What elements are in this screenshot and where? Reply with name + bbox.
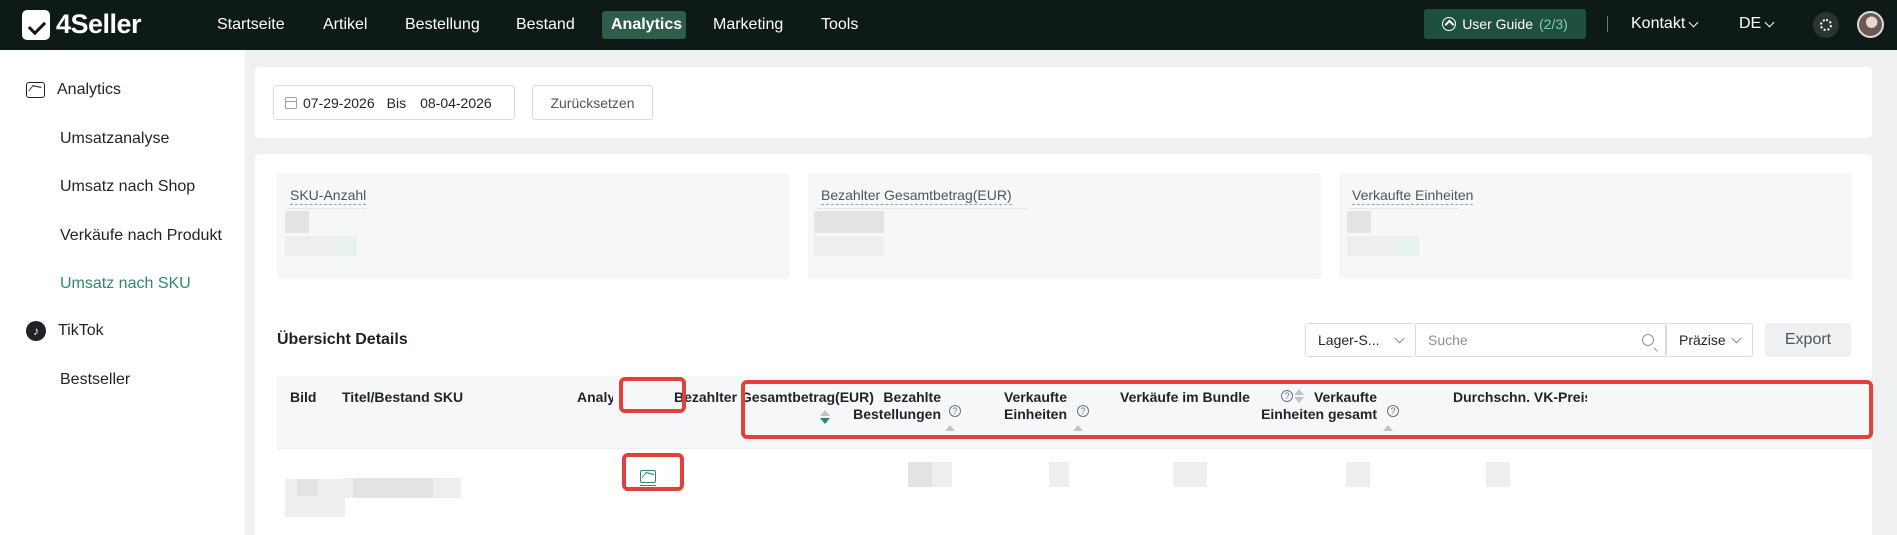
sidebar-group-label: TikTok	[58, 322, 104, 339]
chevron-down-icon	[1688, 17, 1699, 27]
column-header-analysis: Analyse	[577, 389, 613, 405]
filter-panel: 07-29-2026 Bis 08-04-2026 Zurücksetzen	[255, 67, 1872, 138]
cell-value-redacted	[1173, 462, 1207, 487]
kpi-value-redacted	[1347, 211, 1371, 233]
nav-bestellung[interactable]: Bestellung	[396, 11, 489, 39]
sidebar-item-umsatz-nach-sku[interactable]: Umsatz nach SKU	[60, 275, 191, 293]
brand-name: 4Seller	[56, 9, 142, 39]
tiktok-icon: ♪	[26, 321, 46, 341]
section-title: Übersicht Details	[277, 331, 408, 348]
cell-value-redacted	[932, 462, 952, 487]
cell-value-redacted	[1346, 462, 1370, 487]
kpi-card-sku-count: SKU-Anzahl	[277, 173, 790, 279]
contact-dropdown[interactable]: Kontakt	[1631, 12, 1699, 36]
nav-marketing[interactable]: Marketing	[704, 11, 792, 39]
chevron-down-icon	[1394, 333, 1405, 343]
kpi-divider	[1349, 208, 1459, 209]
sidebar-group-analytics[interactable]: Analytics	[26, 81, 121, 99]
column-header-image: Bild	[290, 389, 317, 405]
table-row-divider	[277, 448, 1872, 449]
brand-logo[interactable]: 4Seller	[22, 9, 142, 40]
column-header-title-sku: Titel/Bestand SKU	[342, 389, 464, 405]
language-label: DE	[1739, 15, 1762, 32]
gear-icon	[1820, 19, 1832, 31]
contact-label: Kontakt	[1631, 15, 1686, 32]
search-icon[interactable]	[1642, 334, 1654, 346]
kpi-label: SKU-Anzahl	[290, 187, 367, 205]
compass-icon	[1442, 17, 1457, 31]
sidebar-item-umsatzanalyse[interactable]: Umsatzanalyse	[60, 130, 169, 148]
nav-artikel[interactable]: Artikel	[314, 11, 376, 39]
export-button[interactable]: Export	[1765, 323, 1851, 357]
kpi-value-redacted	[1347, 236, 1397, 256]
settings-button[interactable]	[1813, 12, 1839, 38]
avatar[interactable]	[1857, 11, 1884, 38]
nav-startseite[interactable]: Startseite	[208, 11, 294, 39]
cell-value-redacted	[1486, 462, 1510, 487]
kpi-value-redacted	[335, 236, 357, 256]
highlight-box-analysis-header	[619, 377, 686, 413]
nav-bestand[interactable]: Bestand	[507, 11, 584, 39]
match-mode-value: Präzise	[1679, 332, 1726, 348]
date-separator: Bis	[386, 94, 407, 111]
kpi-card-paid-total: Bezahlter Gesamtbetrag(EUR)	[808, 173, 1321, 279]
kpi-divider	[287, 208, 367, 209]
kpi-label: Verkaufte Einheiten	[1352, 187, 1474, 205]
language-dropdown[interactable]: DE	[1739, 12, 1775, 36]
warehouse-select[interactable]: Lager-S...	[1305, 323, 1416, 357]
nav-tools[interactable]: Tools	[812, 11, 867, 39]
sidebar-group-label: Analytics	[57, 81, 122, 98]
user-guide-progress: (2/3)	[1539, 16, 1568, 32]
product-image-redacted	[297, 479, 317, 496]
search-placeholder: Suche	[1428, 332, 1468, 348]
kpi-value-redacted	[1397, 236, 1419, 256]
chart-icon	[26, 82, 45, 98]
highlight-box-metric-columns	[741, 380, 1873, 439]
match-mode-select[interactable]: Präzise	[1666, 323, 1753, 357]
kpi-divider	[818, 208, 1028, 209]
sidebar-group-tiktok[interactable]: ♪ TikTok	[26, 321, 104, 341]
date-range-picker[interactable]: 07-29-2026 Bis 08-04-2026	[273, 85, 515, 120]
calendar-icon	[285, 96, 297, 109]
warehouse-select-value: Lager-S...	[1318, 332, 1380, 348]
sidebar: Analytics Umsatzanalyse Umsatz nach Shop…	[0, 50, 245, 535]
kpi-value-redacted	[814, 236, 884, 256]
bag-check-icon	[22, 9, 50, 40]
nav-analytics[interactable]: Analytics	[602, 11, 686, 39]
nav-divider	[1607, 16, 1608, 32]
date-from: 07-29-2026	[303, 94, 375, 111]
sidebar-item-bestseller[interactable]: Bestseller	[60, 371, 130, 389]
cell-value-redacted	[908, 462, 932, 487]
main-panel: SKU-Anzahl Bezahlter Gesamtbetrag(EUR) V…	[255, 154, 1872, 535]
chevron-down-icon	[1764, 17, 1775, 27]
date-to: 08-04-2026	[420, 94, 492, 111]
highlight-box-analysis-icon	[622, 453, 684, 491]
search-input[interactable]: Suche	[1416, 323, 1666, 357]
product-title-redacted	[353, 478, 433, 498]
kpi-value-redacted	[285, 236, 335, 256]
sidebar-item-umsatz-nach-shop[interactable]: Umsatz nach Shop	[60, 178, 195, 196]
sidebar-item-verkaeufe-nach-produkt[interactable]: Verkäufe nach Produkt	[60, 227, 222, 245]
user-guide-button[interactable]: User Guide (2/3)	[1424, 9, 1586, 39]
chevron-down-icon	[1731, 333, 1742, 343]
kpi-card-units-sold: Verkaufte Einheiten	[1339, 173, 1852, 279]
cell-value-redacted	[1049, 462, 1069, 487]
kpi-value-redacted	[814, 211, 884, 233]
reset-button[interactable]: Zurücksetzen	[532, 85, 653, 120]
user-guide-label: User Guide	[1462, 16, 1533, 32]
kpi-value-redacted	[285, 211, 309, 233]
top-navbar: 4Seller Startseite Artikel Bestellung Be…	[0, 0, 1897, 50]
kpi-label: Bezahlter Gesamtbetrag(EUR)	[821, 187, 1012, 205]
